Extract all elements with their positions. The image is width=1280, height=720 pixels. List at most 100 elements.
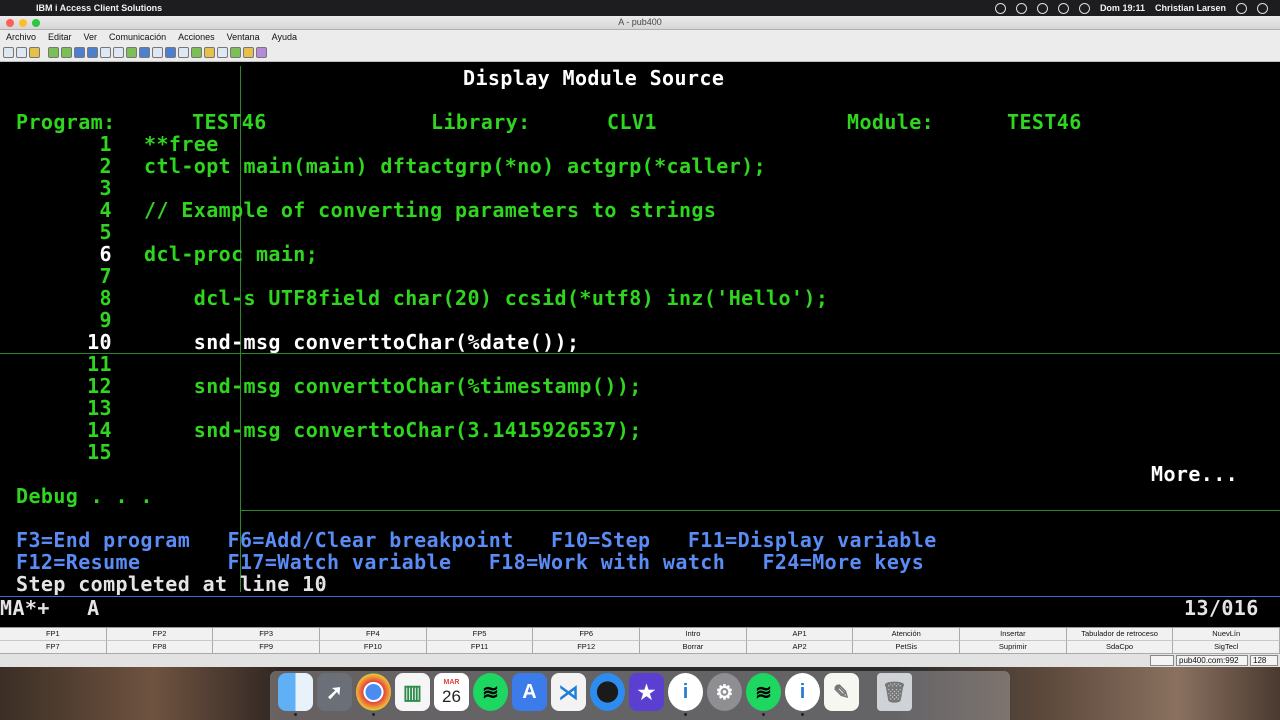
spotlight-search-icon[interactable] <box>1236 2 1247 14</box>
ibm-acs-icon[interactable]: i <box>668 673 703 716</box>
dock-apps: ➚ ▥ MAR 26 ≋ A ⋊ ★ i ⚙ ≋ i ✎ 🗑 <box>278 673 912 716</box>
menu-ventana[interactable]: Ventana <box>221 32 266 42</box>
app-store-icon[interactable]: A <box>512 673 547 711</box>
edge-icon[interactable] <box>590 673 625 711</box>
textedit-icon[interactable]: ✎ <box>824 673 859 711</box>
print-icon[interactable] <box>3 47 14 58</box>
vscode-icon[interactable]: ⋊ <box>551 673 586 711</box>
fkey-button[interactable]: AP1 <box>746 628 854 641</box>
active-app-name[interactable]: IBM i Access Client Solutions <box>36 3 162 13</box>
fkey-button[interactable]: FP4 <box>320 628 427 641</box>
fkey-button[interactable]: FP2 <box>106 628 214 641</box>
fkey-button[interactable]: Tabulador de retroceso <box>1066 628 1174 641</box>
fkey-button[interactable]: Atención <box>853 628 961 641</box>
fkey-button[interactable]: FP5 <box>426 628 534 641</box>
fkey-button[interactable]: FP1 <box>0 628 107 641</box>
source-line-code: dcl-proc main; <box>144 242 319 266</box>
volume-icon[interactable] <box>1078 2 1090 14</box>
ssl-lock-icon: 128 <box>1250 655 1278 666</box>
macro-play-icon[interactable] <box>139 47 150 58</box>
trash-icon[interactable]: 🗑 <box>877 673 912 711</box>
more-indicator: More... <box>1151 462 1239 486</box>
ibm-acs-session-icon[interactable]: i <box>785 673 820 716</box>
spotify-icon[interactable]: ≋ <box>473 673 508 711</box>
library-value: CLV1 <box>607 110 657 134</box>
session-icon[interactable] <box>230 47 241 58</box>
calendar-icon[interactable]: MAR 26 <box>434 673 469 711</box>
source-line-number: 12 <box>87 374 112 398</box>
screen-record-icon[interactable] <box>994 2 1006 14</box>
macro-icon[interactable] <box>152 47 163 58</box>
source-line-code: snd-msg converttoChar(%date()); <box>144 330 580 354</box>
spotify-2-icon[interactable]: ≋ <box>746 673 781 716</box>
source-line-code: dcl-s UTF8field char(20) ccsid(*utf8) in… <box>144 286 829 310</box>
run-icon[interactable] <box>204 47 215 58</box>
source-line-number: 5 <box>99 220 112 244</box>
window-title: A - pub400 <box>618 17 662 27</box>
grid-icon[interactable] <box>178 47 189 58</box>
program-label: Program: <box>16 110 116 134</box>
program-value: TEST46 <box>192 110 267 134</box>
display-icon[interactable] <box>100 47 111 58</box>
source-line-code: snd-msg converttoChar(%timestamp()); <box>144 374 642 398</box>
source-line-number: 9 <box>99 308 112 332</box>
airdrop-icon[interactable] <box>1015 2 1027 14</box>
menu-archivo[interactable]: Archivo <box>0 32 42 42</box>
source-line-code: snd-msg converttoChar(3.1415926537); <box>144 418 642 442</box>
terminal-screen[interactable]: Display Module Source Program: TEST46 Li… <box>0 62 1280 627</box>
source-line-number: 8 <box>99 286 112 310</box>
chrome-icon[interactable] <box>356 673 391 716</box>
library-label: Library: <box>431 110 531 134</box>
data-transfer-icon[interactable] <box>74 47 85 58</box>
fkey-button[interactable]: FP3 <box>213 628 321 641</box>
screen-title: Display Module Source <box>463 66 725 90</box>
menu-editar[interactable]: Editar <box>42 32 78 42</box>
notes-icon[interactable] <box>243 47 254 58</box>
menu-comunicacion[interactable]: Comunicación <box>103 32 172 42</box>
system-preferences-icon[interactable]: ⚙ <box>707 673 742 711</box>
source-line-number: 10 <box>87 330 112 354</box>
debug-prompt: Debug . . . <box>16 484 153 508</box>
launchpad-icon[interactable]: ➚ <box>317 673 352 711</box>
function-key-panel: FP1 FP2 FP3 FP4 FP5 FP6 Intro AP1 Atención Insert… <box>0 627 1280 654</box>
status-message: Step completed at line 10 <box>16 572 328 596</box>
column-guide <box>240 66 241 592</box>
navigator-icon[interactable] <box>87 47 98 58</box>
menu-ver[interactable]: Ver <box>78 32 104 42</box>
imovie-icon[interactable]: ★ <box>629 673 664 711</box>
menu-acciones[interactable]: Acciones <box>172 32 221 42</box>
finder-icon[interactable] <box>278 673 313 716</box>
hotspot-icon[interactable] <box>191 47 202 58</box>
emulator-toolbar <box>0 44 1280 62</box>
notification-center-icon[interactable] <box>1257 2 1268 14</box>
screen-icon[interactable] <box>217 47 228 58</box>
host-address: pub400.com:992 <box>1176 655 1248 666</box>
menubar-user[interactable]: Christian Larsen <box>1155 3 1226 13</box>
numbers-icon[interactable]: ▥ <box>395 673 430 711</box>
module-value: TEST46 <box>1007 110 1082 134</box>
copy-icon[interactable] <box>16 47 27 58</box>
fkey-button[interactable]: NuevLín <box>1173 628 1280 641</box>
source-line-number: 3 <box>99 176 112 200</box>
settings-icon[interactable] <box>165 47 176 58</box>
macro-record-icon[interactable] <box>126 47 137 58</box>
paste-icon[interactable] <box>29 47 40 58</box>
send-file-icon[interactable] <box>48 47 59 58</box>
source-line-number: 2 <box>99 154 112 178</box>
operator-info-separator <box>0 596 1280 597</box>
bluetooth-icon[interactable] <box>1036 2 1048 14</box>
help-icon[interactable] <box>256 47 267 58</box>
menubar-clock[interactable]: Dom 19:11 <box>1100 3 1145 13</box>
debug-command-input[interactable] <box>240 510 1280 511</box>
fkey-button[interactable]: Insertar <box>960 628 1067 641</box>
fkey-button[interactable]: FP6 <box>533 628 641 641</box>
menu-ayuda[interactable]: Ayuda <box>266 32 303 42</box>
source-line-code: // Example of converting parameters to s… <box>144 198 717 222</box>
calendar-day: 26 <box>442 687 461 706</box>
source-line-number: 13 <box>87 396 112 420</box>
receive-file-icon[interactable] <box>61 47 72 58</box>
keyboard-icon[interactable] <box>113 47 124 58</box>
function-keys-line-2: F12=Resume F17=Watch variable F18=Work w… <box>16 550 925 574</box>
wifi-icon[interactable] <box>1057 2 1069 14</box>
fkey-button[interactable]: Intro <box>640 628 747 641</box>
